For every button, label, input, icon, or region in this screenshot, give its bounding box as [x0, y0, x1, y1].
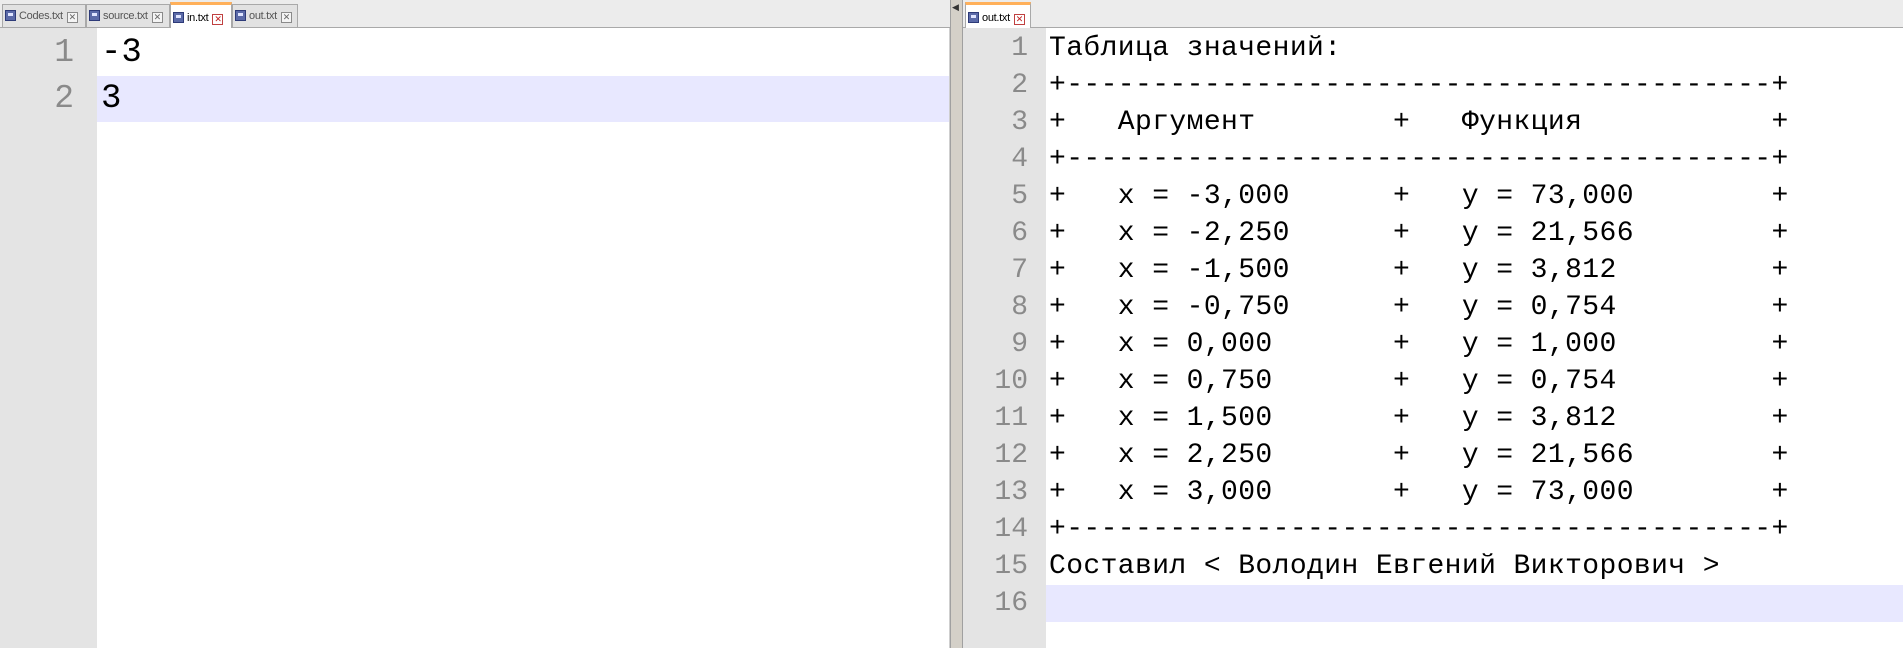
line-number: 15 — [994, 551, 1028, 582]
line-number: 12 — [994, 440, 1028, 471]
file-icon — [235, 10, 246, 21]
close-icon[interactable]: ✕ — [66, 12, 78, 23]
code-line: + x = -2,250 + y = 21,566 + — [1049, 218, 1789, 249]
code-line: Таблица значений: — [1049, 33, 1342, 64]
close-icon[interactable]: ✕ — [1013, 14, 1025, 25]
text-editor-area[interactable]: Таблица значений: +---------------------… — [1046, 28, 1903, 648]
left-tab-bar: Codes.txt ✕ source.txt ✕ in.txt ✕ out.txt ✕ — [0, 0, 950, 28]
line-number: 1 — [54, 34, 74, 71]
pane-splitter[interactable]: ◀ — [950, 0, 963, 648]
line-number: 3 — [1011, 107, 1028, 138]
code-line: Составил < Володин Евгений Викторович > — [1049, 551, 1720, 582]
file-icon — [968, 12, 979, 23]
tab-label: Codes.txt — [19, 10, 63, 22]
code-line: +---------------------------------------… — [1049, 70, 1789, 101]
code-line: -3 — [101, 34, 142, 72]
close-icon[interactable]: ✕ — [151, 12, 163, 23]
line-number: 2 — [54, 80, 74, 117]
tab-label: in.txt — [187, 12, 209, 24]
tab-source-txt[interactable]: source.txt ✕ — [86, 4, 170, 27]
line-number: 7 — [1011, 255, 1028, 286]
tab-label: source.txt — [103, 10, 148, 22]
code-line: + x = 1,500 + y = 3,812 + — [1049, 403, 1789, 434]
arrow-left-icon[interactable]: ◀ — [952, 3, 959, 12]
line-number: 1 — [1011, 33, 1028, 64]
code-line: + Аргумент + Функция + — [1049, 107, 1789, 138]
code-line: + x = -1,500 + y = 3,812 + — [1049, 255, 1789, 286]
line-number: 5 — [1011, 181, 1028, 212]
code-line: + x = 2,250 + y = 21,566 + — [1049, 440, 1789, 471]
line-number-gutter: 1 2 3 4 5 6 7 8 9 10 11 12 13 14 15 16 — [963, 28, 1046, 648]
tab-label: out.txt — [249, 10, 277, 22]
right-tab-bar: out.txt ✕ — [963, 0, 1903, 28]
line-number: 16 — [994, 588, 1028, 619]
line-number: 4 — [1011, 144, 1028, 175]
line-number: 8 — [1011, 292, 1028, 323]
code-line: +---------------------------------------… — [1049, 144, 1789, 175]
close-icon[interactable]: ✕ — [212, 14, 224, 25]
code-line: + x = 0,000 + y = 1,000 + — [1049, 329, 1789, 360]
line-number-gutter: 1 2 — [0, 28, 97, 648]
code-line: 3 — [101, 80, 122, 118]
file-icon — [5, 10, 16, 21]
line-number: 10 — [994, 366, 1028, 397]
left-editor-pane: Codes.txt ✕ source.txt ✕ in.txt ✕ out.txt ✕ … — [0, 0, 950, 648]
file-icon — [173, 12, 184, 23]
tab-codes-txt[interactable]: Codes.txt ✕ — [2, 4, 86, 27]
code-line: + x = 0,750 + y = 0,754 + — [1049, 366, 1789, 397]
line-number: 9 — [1011, 329, 1028, 360]
tab-out-txt[interactable]: out.txt ✕ — [965, 2, 1031, 28]
code-line: + x = 3,000 + y = 73,000 + — [1049, 477, 1789, 508]
line-number: 14 — [994, 514, 1028, 545]
line-number: 13 — [994, 477, 1028, 508]
line-number: 6 — [1011, 218, 1028, 249]
code-line: +---------------------------------------… — [1049, 514, 1789, 545]
tab-label: out.txt — [982, 12, 1010, 24]
file-icon — [89, 10, 100, 21]
tab-in-txt[interactable]: in.txt ✕ — [170, 2, 232, 28]
tab-out-txt[interactable]: out.txt ✕ — [232, 4, 298, 27]
code-line: + x = -3,000 + y = 73,000 + — [1049, 181, 1789, 212]
close-icon[interactable]: ✕ — [280, 12, 292, 23]
line-number: 11 — [994, 403, 1028, 434]
line-number: 2 — [1011, 70, 1028, 101]
code-line: + x = -0,750 + y = 0,754 + — [1049, 292, 1789, 323]
right-editor-pane: out.txt ✕ 1 2 3 4 5 6 7 8 9 10 11 12 13 1… — [963, 0, 1903, 648]
text-editor-area[interactable]: -3 3 — [97, 28, 950, 648]
